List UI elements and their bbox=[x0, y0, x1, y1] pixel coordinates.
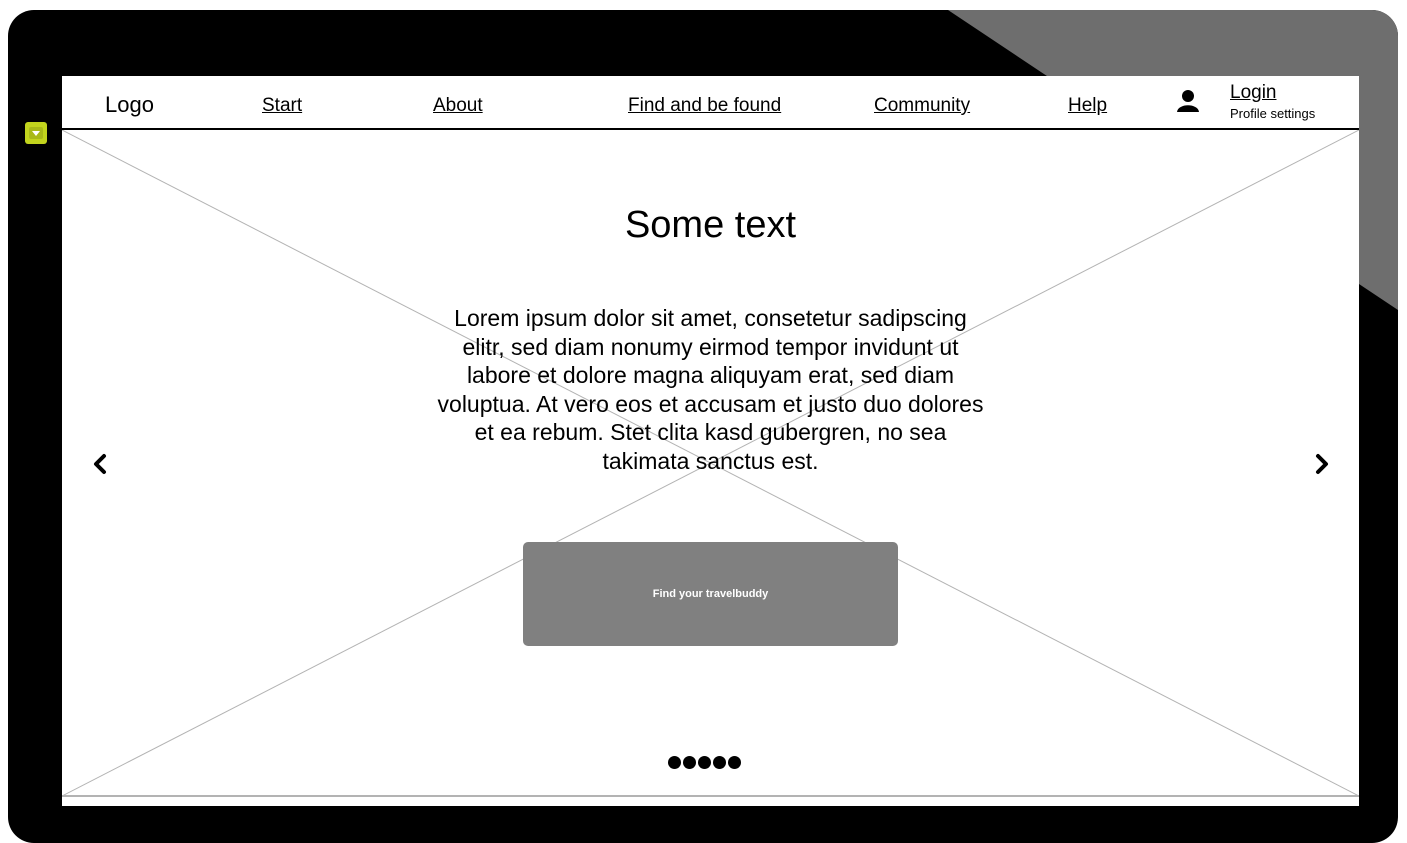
profile-settings-link[interactable]: Profile settings bbox=[1230, 106, 1315, 121]
hero-title: Some text bbox=[624, 204, 797, 246]
find-travelbuddy-button[interactable]: Find your travelbuddy bbox=[523, 542, 898, 646]
nav-link-help[interactable]: Help bbox=[1068, 95, 1107, 117]
user-icon[interactable] bbox=[1174, 88, 1202, 116]
carousel-dots bbox=[668, 756, 741, 772]
tablet-frame: Logo Start About Find and be found Commu… bbox=[8, 10, 1398, 843]
top-navigation: Logo Start About Find and be found Commu… bbox=[62, 76, 1359, 130]
chevron-left-icon[interactable] bbox=[88, 452, 112, 476]
triangle-down-icon bbox=[29, 127, 43, 139]
carousel-dot-4[interactable] bbox=[713, 756, 726, 769]
carousel-dot-3[interactable] bbox=[698, 756, 711, 769]
carousel-dot-5[interactable] bbox=[728, 756, 741, 769]
find-travelbuddy-label: Find your travelbuddy bbox=[652, 588, 769, 600]
logo: Logo bbox=[105, 92, 154, 117]
login-link[interactable]: Login bbox=[1230, 82, 1277, 104]
screen: Logo Start About Find and be found Commu… bbox=[62, 76, 1359, 806]
nav-link-about[interactable]: About bbox=[433, 95, 483, 117]
carousel-dot-2[interactable] bbox=[683, 756, 696, 769]
hero-body-text: Lorem ipsum dolor sit amet, consetetur s… bbox=[437, 305, 984, 474]
footer-divider bbox=[62, 795, 1359, 797]
carousel-dot-1[interactable] bbox=[668, 756, 681, 769]
nav-link-start[interactable]: Start bbox=[262, 95, 302, 117]
chevron-right-icon[interactable] bbox=[1310, 452, 1334, 476]
nav-link-community[interactable]: Community bbox=[874, 95, 970, 117]
nav-link-find-and-be-found[interactable]: Find and be found bbox=[628, 95, 781, 117]
dropdown-badge[interactable] bbox=[25, 122, 47, 144]
